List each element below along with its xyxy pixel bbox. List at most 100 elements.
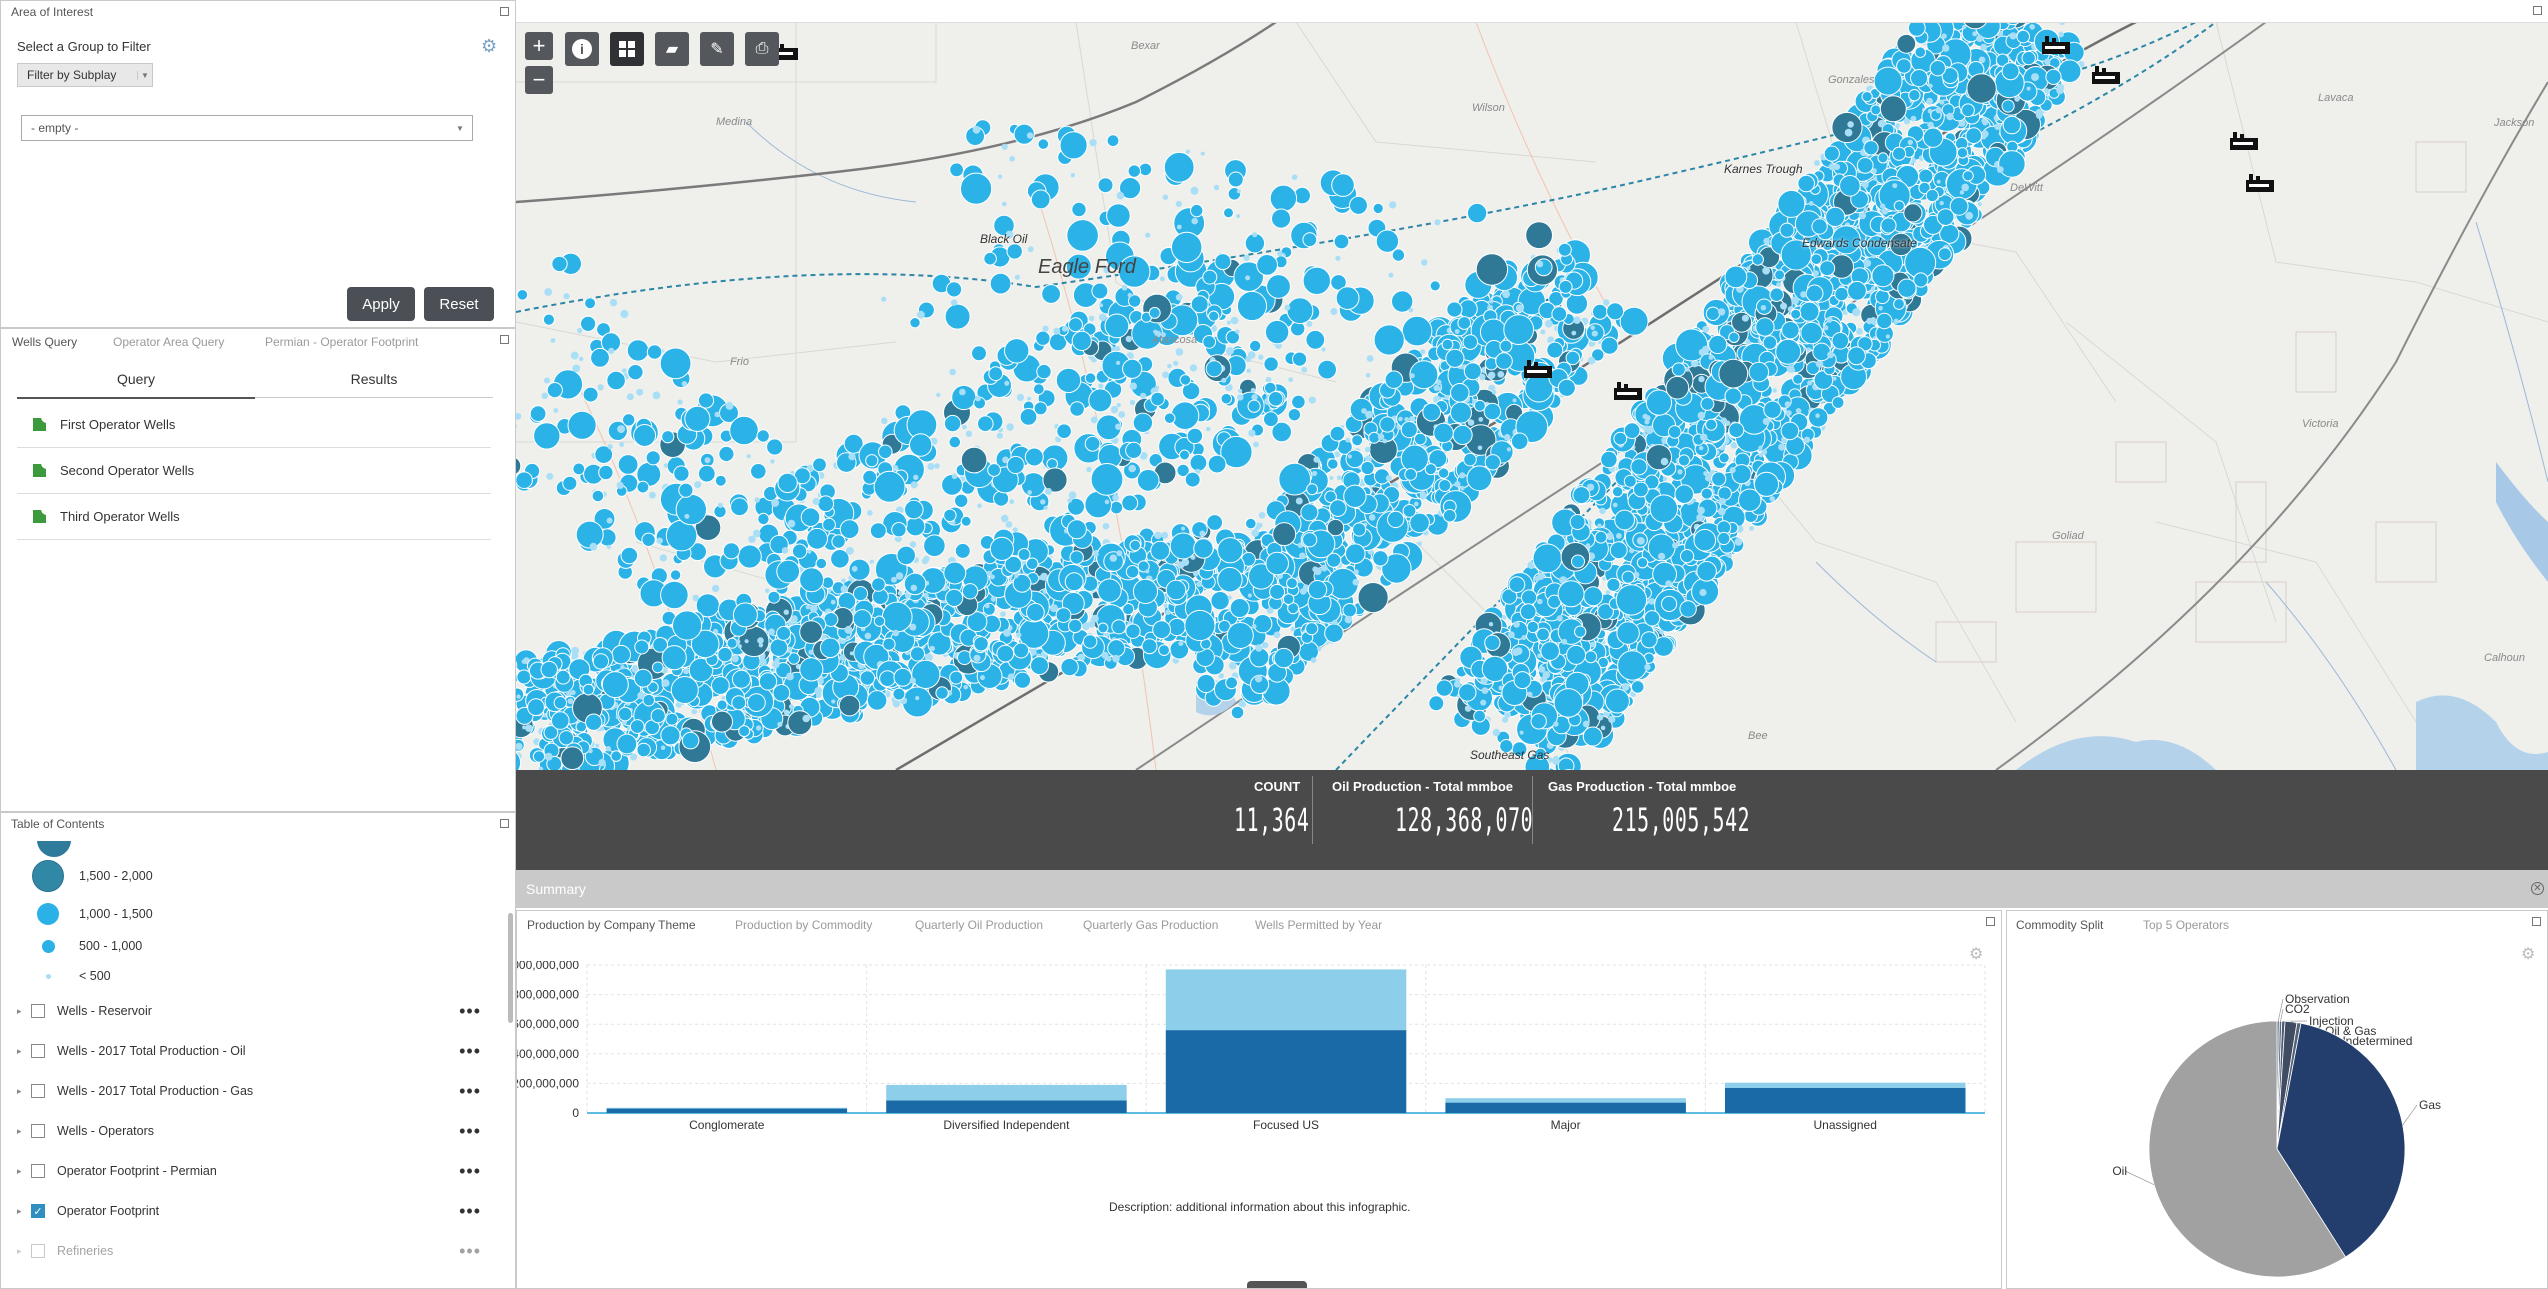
well-point (560, 746, 585, 770)
well-point (772, 684, 791, 702)
query-item-second[interactable]: Second Operator Wells (17, 447, 491, 494)
well-point (1907, 139, 1914, 145)
layer-label: Wells - Reservoir (57, 1004, 152, 1018)
value-select[interactable]: - empty - ▼ (21, 115, 473, 141)
well-point (1488, 622, 1494, 627)
well-point (1856, 328, 1863, 335)
maximize-icon[interactable] (500, 7, 509, 16)
subtab-query[interactable]: Query (17, 371, 255, 399)
well-point (1728, 331, 1740, 343)
more-options-icon[interactable]: ••• (459, 1121, 481, 1142)
well-point (909, 646, 926, 662)
well-point (1357, 582, 1389, 614)
well-point (1699, 445, 1704, 451)
well-point (1000, 611, 1006, 617)
well-point (1332, 619, 1338, 625)
well-point (1672, 542, 1679, 549)
chevron-right-icon[interactable]: ▸ (17, 1046, 31, 1057)
well-point (1107, 639, 1126, 658)
filter-by-select[interactable]: Filter by Subplay ▼ (17, 63, 153, 87)
layer-checkbox-checked[interactable]: ✓ (31, 1204, 45, 1218)
chevron-right-icon[interactable]: ▸ (17, 1246, 31, 1257)
well-point (1823, 325, 1829, 331)
maximize-icon[interactable] (500, 335, 509, 344)
well-point (1720, 417, 1728, 424)
layer-row[interactable]: ▸ Wells - 2017 Total Production - Gas ••… (17, 1071, 497, 1111)
more-options-icon[interactable]: ••• (459, 1161, 481, 1182)
legend-label: 1,500 - 2,000 (79, 869, 153, 883)
tab-permian-operator-footprint[interactable]: Permian - Operator Footprint (265, 335, 418, 349)
chevron-right-icon[interactable]: ▸ (17, 1126, 31, 1137)
well-point (1557, 242, 1572, 257)
more-options-icon[interactable]: ••• (459, 1081, 481, 1102)
well-point (1327, 458, 1339, 470)
map-view[interactable]: Bexar Medina Wilson Gonzales Black Oil E… (516, 22, 2548, 770)
layer-checkbox[interactable] (31, 1244, 45, 1258)
well-point (1897, 278, 1917, 298)
well-point (1600, 450, 1618, 469)
gear-icon[interactable]: ⚙ (481, 37, 497, 55)
well-point (1329, 425, 1346, 442)
well-point (1600, 336, 1619, 355)
layer-row[interactable]: ▸ Wells - Operators ••• (17, 1111, 497, 1151)
well-point (1582, 726, 1603, 747)
well-point (1630, 680, 1645, 694)
layer-row[interactable]: ▸ Wells - Reservoir ••• (17, 991, 497, 1031)
well-point (1621, 570, 1635, 584)
well-point (1261, 642, 1269, 649)
more-options-icon[interactable]: ••• (459, 1001, 481, 1022)
well-point (1068, 618, 1083, 634)
tab-operator-area-query[interactable]: Operator Area Query (113, 335, 224, 349)
well-point (949, 670, 964, 685)
layer-row[interactable]: ▸ Refineries ••• (17, 1231, 497, 1271)
well-point (1870, 104, 1882, 116)
well-point (1847, 121, 1854, 128)
query-item-third[interactable]: Third Operator Wells (17, 493, 491, 540)
layer-checkbox[interactable] (31, 1084, 45, 1098)
well-point (1414, 501, 1419, 507)
well-point (681, 731, 700, 750)
more-options-icon[interactable]: ••• (459, 1241, 481, 1262)
well-point (1863, 207, 1868, 212)
well-point (1729, 467, 1736, 474)
more-options-icon[interactable]: ••• (459, 1041, 481, 1062)
layer-row[interactable]: ▸ ✓ Operator Footprint ••• (17, 1191, 497, 1231)
more-options-icon[interactable]: ••• (459, 1201, 481, 1222)
chevron-right-icon[interactable]: ▸ (17, 1166, 31, 1177)
well-point (634, 639, 650, 655)
well-point (588, 748, 593, 754)
well-point (1400, 444, 1429, 473)
well-point (805, 605, 811, 610)
well-point (1856, 157, 1874, 174)
layer-checkbox[interactable] (31, 1124, 45, 1138)
tab-wells-query[interactable]: Wells Query (12, 335, 77, 349)
reset-button[interactable]: Reset (424, 287, 494, 321)
layer-row[interactable]: ▸ Operator Footprint - Permian ••• (17, 1151, 497, 1191)
chevron-right-icon[interactable]: ▸ (17, 1086, 31, 1097)
apply-button[interactable]: Apply (347, 287, 415, 321)
well-point (1642, 413, 1648, 420)
layer-checkbox[interactable] (31, 1044, 45, 1058)
well-point (1353, 569, 1359, 575)
well-point (1962, 24, 1967, 30)
well-point (1466, 465, 1493, 492)
subtab-results[interactable]: Results (255, 371, 493, 398)
chevron-right-icon[interactable]: ▸ (17, 1206, 31, 1217)
query-item-first[interactable]: First Operator Wells (17, 401, 491, 448)
well-point (1251, 529, 1259, 537)
layer-row[interactable]: ▸ Wells - 2017 Total Production - Oil ••… (17, 1031, 497, 1071)
well-point (1192, 570, 1199, 577)
well-point (1450, 383, 1470, 403)
well-point (1150, 540, 1171, 561)
layer-checkbox[interactable] (31, 1164, 45, 1178)
chevron-right-icon[interactable]: ▸ (17, 1006, 31, 1017)
well-point (1093, 551, 1099, 558)
well-point (1994, 123, 2001, 130)
well-point (1446, 301, 1463, 318)
well-point (1910, 115, 1917, 122)
well-point (1640, 631, 1658, 649)
well-point (1064, 572, 1084, 592)
layer-checkbox[interactable] (31, 1004, 45, 1018)
scrollbar[interactable] (508, 913, 513, 1023)
maximize-icon[interactable] (500, 819, 509, 828)
